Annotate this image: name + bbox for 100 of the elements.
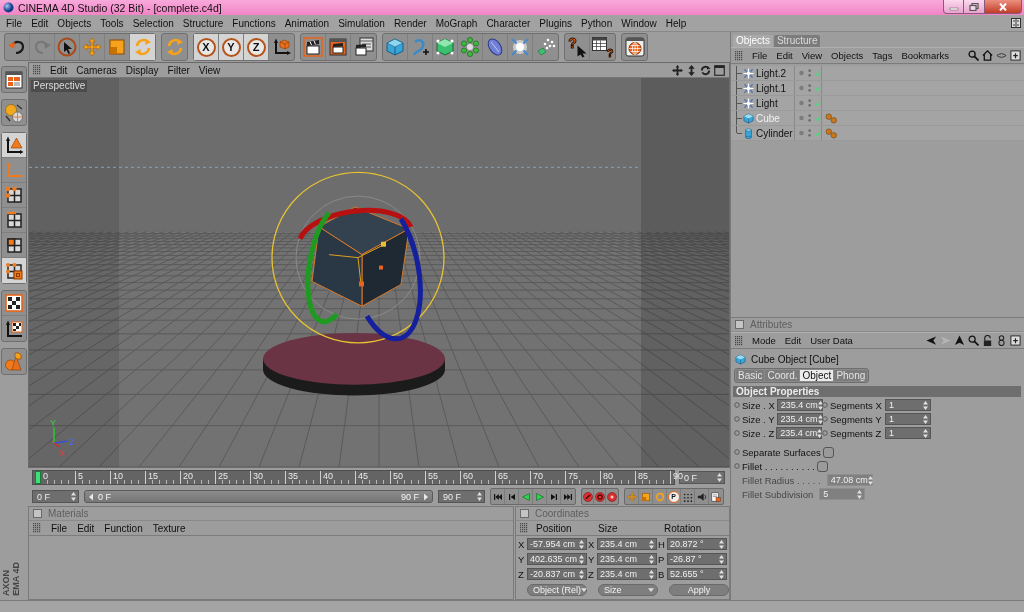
object-name[interactable]: Light: [756, 97, 778, 109]
coordinate-mode-dropdown[interactable]: Object (Rel): [527, 584, 587, 596]
link-icon[interactable]: [996, 335, 1007, 346]
visibility-dots-icon[interactable]: [807, 68, 812, 78]
layer-dot-icon[interactable]: [799, 70, 804, 76]
key-circle-icon[interactable]: [734, 463, 740, 469]
grip-icon[interactable]: [735, 50, 743, 61]
object-name[interactable]: Light.1: [756, 82, 787, 94]
subdivision-button[interactable]: [433, 34, 458, 60]
check-icon[interactable]: [815, 114, 821, 122]
spinner-arrows-icon[interactable]: [923, 428, 928, 438]
layer-dot-icon[interactable]: [799, 130, 804, 136]
menu-item[interactable]: Edit: [776, 50, 793, 61]
menu-item[interactable]: Simulation: [338, 17, 385, 29]
key-selection-button[interactable]: [606, 489, 618, 504]
spinner-arrows-icon[interactable]: [71, 492, 76, 501]
go-to-start-button[interactable]: [491, 489, 505, 504]
move-view-icon[interactable]: [672, 64, 683, 76]
size-field[interactable]: 235.4 cm: [776, 399, 823, 411]
eye-icon[interactable]: [996, 50, 1007, 61]
spheres-tag-icon[interactable]: [825, 112, 838, 124]
menu-item[interactable]: Animation: [284, 17, 330, 29]
axis-button[interactable]: Y: [219, 34, 244, 60]
menu-item[interactable]: Character: [486, 17, 531, 29]
uv-mode-button[interactable]: [2, 258, 26, 283]
left-arrow-icon[interactable]: [88, 492, 94, 501]
menu-item[interactable]: Edit: [784, 335, 802, 346]
segments-field[interactable]: 1: [885, 399, 931, 411]
layer-dot-icon[interactable]: [799, 85, 804, 91]
menu-item[interactable]: Objects: [831, 50, 864, 61]
spinner-arrows-icon[interactable]: [719, 569, 724, 579]
menu-item[interactable]: View: [801, 50, 823, 61]
spinner-arrows-icon[interactable]: [923, 400, 928, 410]
playhead-handle[interactable]: [35, 471, 41, 484]
new-panel-icon[interactable]: [1010, 50, 1021, 61]
layer-dot-icon[interactable]: [799, 100, 804, 106]
grip-icon[interactable]: [520, 523, 528, 533]
size-field[interactable]: 235.4 cm: [597, 553, 657, 565]
sound-button[interactable]: [695, 489, 709, 504]
close-button[interactable]: [985, 0, 1022, 14]
zoom-view-icon[interactable]: [686, 64, 697, 76]
menu-item[interactable]: Tools: [100, 17, 124, 29]
light-button[interactable]: [508, 34, 533, 60]
visibility-dots-icon[interactable]: [807, 83, 812, 93]
spinner-arrows-icon[interactable]: [719, 539, 724, 549]
position-field[interactable]: -57.954 cm: [527, 538, 587, 550]
attribute-tab[interactable]: Object: [800, 370, 834, 381]
camera-label[interactable]: Perspective: [31, 80, 88, 92]
spinner-arrows-icon[interactable]: [649, 554, 654, 564]
menu-item[interactable]: Plugins: [539, 17, 573, 29]
key-circle-icon[interactable]: [822, 402, 828, 408]
render-view-button[interactable]: [301, 34, 326, 60]
key-circle-icon[interactable]: [734, 416, 740, 422]
size-field[interactable]: 235.4 cm: [776, 413, 823, 425]
menu-item[interactable]: Function: [104, 522, 143, 534]
check-icon[interactable]: [815, 129, 821, 137]
checkbox[interactable]: [822, 446, 834, 458]
spinner-arrows-icon[interactable]: [649, 569, 654, 579]
layout-icon[interactable]: [1011, 18, 1021, 28]
home-icon[interactable]: [982, 50, 993, 61]
rotate-key-button[interactable]: [653, 489, 667, 504]
spinner-arrows-icon[interactable]: [817, 428, 823, 438]
menu-item[interactable]: Selection: [132, 17, 174, 29]
key-circle-icon[interactable]: [734, 430, 740, 436]
menu-item[interactable]: View: [198, 64, 221, 76]
menu-item[interactable]: Edit: [31, 17, 49, 29]
rotate-view-icon[interactable]: [700, 64, 711, 76]
menu-item[interactable]: MoGraph: [435, 17, 478, 29]
spinner-arrows-icon[interactable]: [579, 569, 584, 579]
checkbox[interactable]: [816, 460, 828, 472]
search-icon[interactable]: [968, 50, 979, 61]
spinner-arrows-icon[interactable]: [923, 414, 928, 424]
frame-range-slider[interactable]: 0 F 90 F: [84, 490, 433, 503]
rotation-field[interactable]: -26.87 °: [667, 553, 727, 565]
section-header[interactable]: Object Properties: [733, 386, 1021, 397]
scale-key-button[interactable]: [639, 489, 653, 504]
panel-toggle-icon[interactable]: [33, 509, 42, 518]
browser-button[interactable]: [622, 34, 647, 60]
menu-item[interactable]: Functions: [232, 17, 276, 29]
up-arrow-icon[interactable]: [954, 335, 965, 346]
menu-item[interactable]: Render: [393, 17, 427, 29]
spinner-arrows-icon[interactable]: [579, 539, 584, 549]
size-mode-dropdown[interactable]: Size: [598, 584, 658, 596]
end-frame-field[interactable]: 90 F: [438, 490, 485, 503]
grip-icon[interactable]: [33, 523, 41, 533]
menu-item[interactable]: Bookmarks: [901, 50, 949, 61]
disc-object[interactable]: [263, 333, 445, 396]
object-name[interactable]: Cylinder: [756, 127, 793, 139]
minimize-button[interactable]: [943, 0, 964, 14]
right-arrow-icon[interactable]: [423, 492, 429, 501]
axis-button[interactable]: Z: [244, 34, 269, 60]
spheres-tag-icon[interactable]: [825, 127, 838, 139]
menu-item[interactable]: Texture: [152, 522, 186, 534]
auto-key-button[interactable]: [594, 489, 606, 504]
cube-button[interactable]: [383, 34, 408, 60]
menu-item[interactable]: Display: [125, 64, 159, 76]
segments-field[interactable]: 1: [885, 413, 931, 425]
menu-item[interactable]: Structure: [182, 17, 224, 29]
grip-icon[interactable]: [735, 335, 743, 346]
key-circle-icon[interactable]: [734, 402, 740, 408]
